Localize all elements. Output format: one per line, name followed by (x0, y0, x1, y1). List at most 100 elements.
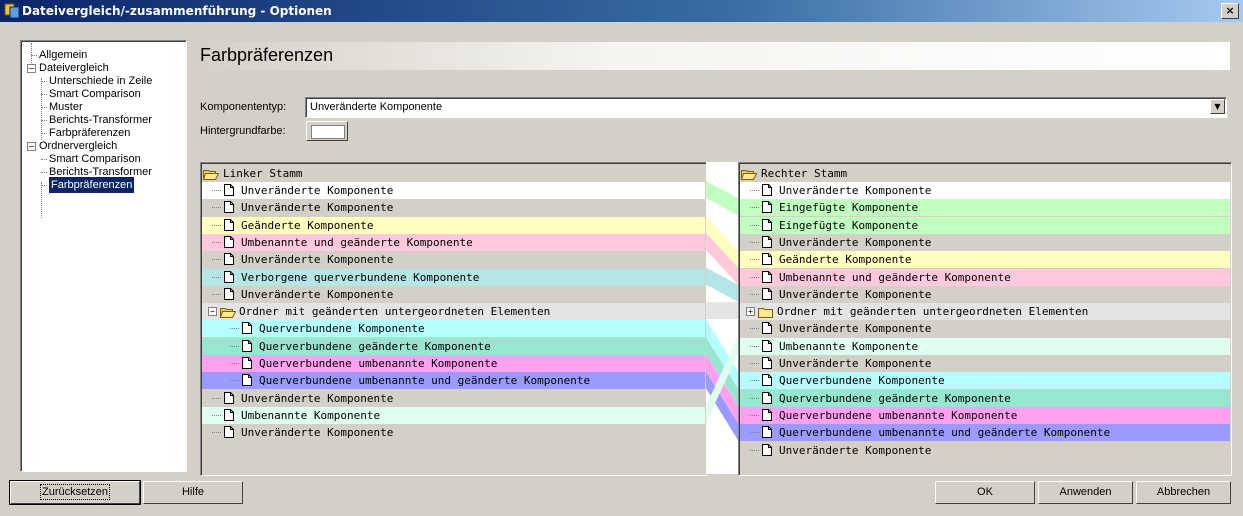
tree-row[interactable]: Unveränderte Komponente (202, 251, 705, 269)
tree-row[interactable]: Unveränderte Komponente (740, 320, 1230, 338)
tree-connector (212, 397, 221, 399)
tree-row[interactable]: + Ordner mit geänderten untergeordneten E… (740, 303, 1230, 321)
apply-button[interactable]: Anwenden (1038, 481, 1133, 504)
tree-row[interactable]: Unveränderte Komponente (202, 424, 705, 442)
document-icon (224, 253, 234, 266)
document-icon (762, 408, 772, 421)
tree-row[interactable]: Umbenannte und geänderte Komponente (202, 233, 705, 251)
right-tree-panel[interactable]: Rechter Stamm Unveränderte Komponente Eing… (738, 162, 1232, 476)
document-icon (762, 443, 772, 456)
tree-row[interactable]: Eingefügte Komponente (740, 199, 1230, 217)
tree-row[interactable]: Umbenannte Komponente (202, 406, 705, 424)
tree-row-label: Unveränderte Komponente (241, 253, 394, 267)
tree-row[interactable]: Geänderte Komponente (740, 251, 1230, 269)
tree-row-label: Unveränderte Komponente (241, 426, 394, 440)
tree-connector (750, 207, 759, 209)
component-type-value: Unveränderte Komponente (310, 101, 443, 113)
tree-row[interactable]: Unveränderte Komponente (202, 389, 705, 407)
tree-row[interactable]: Geänderte Komponente (202, 216, 705, 234)
tree-row-label: Verborgene querverbundene Komponente (241, 270, 480, 284)
tree-row[interactable]: Unveränderte Komponente (740, 355, 1230, 372)
tree-row[interactable]: Verborgene querverbundene Komponente (202, 268, 705, 286)
tree-row[interactable]: Querverbundene Komponente (740, 372, 1230, 390)
document-icon (224, 218, 234, 231)
tree-row[interactable]: Querverbundene umbenannte und geänderte … (202, 372, 705, 390)
tree-connector (230, 380, 239, 382)
component-type-select[interactable]: Unveränderte Komponente ▼ (305, 97, 1227, 118)
tree-connector (750, 363, 759, 364)
tree-row[interactable]: Querverbundene geänderte Komponente (740, 389, 1230, 407)
tree-row-label: Umbenannte und geänderte Komponente (241, 235, 473, 249)
ok-button[interactable]: OK (935, 481, 1035, 504)
tree-row-label: Eingefügte Komponente (779, 201, 919, 215)
tree-row[interactable]: Umbenannte und geänderte Komponente (740, 268, 1230, 286)
tree-row[interactable]: Unveränderte Komponente (202, 182, 705, 199)
tree-root[interactable]: Rechter Stamm (740, 165, 1231, 182)
tree-expander-icon[interactable]: + (746, 307, 755, 317)
tree-row[interactable]: Querverbundene geänderte Komponente (202, 337, 705, 355)
document-icon (224, 287, 234, 300)
document-icon (242, 374, 252, 387)
tree-root[interactable]: Linker Stamm (202, 165, 706, 182)
tree-row[interactable]: Unveränderte Komponente (202, 199, 705, 217)
tree-row[interactable]: Unveränderte Komponente (740, 441, 1230, 459)
tree-connector (212, 259, 221, 261)
document-icon (224, 184, 234, 196)
tree-connector (750, 449, 759, 451)
tree-row-label: Unveränderte Komponente (241, 201, 394, 215)
tree-connector (212, 190, 221, 191)
document-icon (762, 218, 772, 231)
tree-row-label: Unveränderte Komponente (241, 184, 394, 197)
reset-button[interactable]: Zurücksetzen (10, 481, 140, 504)
tree-connector (41, 159, 47, 160)
folder-connector (706, 302, 738, 320)
document-icon (224, 201, 234, 214)
options-nav-tree[interactable]: Allgemein − Dateivergleich Unterschiede in … (20, 40, 187, 472)
left-tree-panel[interactable]: Linker Stamm Unveränderte Komponente Unver… (200, 162, 707, 476)
close-button[interactable]: × (1221, 3, 1239, 19)
tree-row-label: Querverbundene geänderte Komponente (779, 391, 1011, 405)
document-icon (762, 391, 772, 404)
document-icon (242, 339, 252, 352)
insert-connector (706, 181, 738, 216)
tree-row[interactable]: Eingefügte Komponente (740, 216, 1230, 234)
tree-connector (212, 432, 221, 434)
nav-item-farbpr-ferenzen[interactable]: Farbpräferenzen (49, 177, 135, 193)
tree-row[interactable]: Umbenannte Komponente (740, 337, 1230, 355)
cancel-button[interactable]: Abbrechen (1136, 481, 1231, 504)
tree-connector (41, 78, 42, 140)
document-icon (762, 253, 772, 266)
tree-row[interactable]: Querverbundene Komponente (202, 320, 705, 338)
tree-connector (750, 241, 759, 243)
connector-lines (706, 181, 738, 441)
chevron-down-icon[interactable]: ▼ (1210, 99, 1225, 114)
page-title: Farbpräferenzen (200, 45, 334, 65)
tree-row[interactable]: Querverbundene umbenannte und geänderte … (740, 424, 1230, 442)
document-icon (224, 235, 234, 248)
help-button[interactable]: Hilfe (143, 481, 243, 504)
folder-open-icon (202, 168, 220, 180)
tree-connector (750, 328, 759, 330)
app-icon (4, 3, 20, 19)
document-icon (762, 357, 772, 369)
tree-root-label: Rechter Stamm (761, 167, 848, 180)
folder-open-icon (740, 168, 758, 180)
tree-connector (212, 241, 221, 243)
tree-row[interactable]: Querverbundene umbenannte Komponente (740, 406, 1230, 424)
tree-row[interactable]: Querverbundene umbenannte Komponente (202, 355, 705, 372)
tree-row-label: Unveränderte Komponente (779, 443, 932, 457)
document-icon (762, 339, 772, 352)
tree-expander-icon[interactable]: − (208, 307, 217, 317)
color-swatch (311, 125, 345, 139)
tree-row[interactable]: Unveränderte Komponente (202, 285, 705, 303)
tree-row[interactable]: Unveränderte Komponente (740, 182, 1230, 199)
background-color-button[interactable] (306, 121, 348, 141)
tree-row-label: Querverbundene geänderte Komponente (259, 339, 491, 353)
tree-row[interactable]: − Ordner mit geänderten untergeordneten E… (202, 303, 705, 321)
tree-row[interactable]: Unveränderte Komponente (740, 285, 1230, 303)
tree-row-label: Querverbundene umbenannte Komponente (779, 408, 1018, 422)
tree-expander-icon[interactable]: − (27, 64, 36, 73)
tree-row[interactable]: Unveränderte Komponente (740, 233, 1230, 251)
tree-expander-icon[interactable]: − (27, 142, 36, 151)
background-color-label: Hintergrundfarbe: (200, 125, 286, 137)
